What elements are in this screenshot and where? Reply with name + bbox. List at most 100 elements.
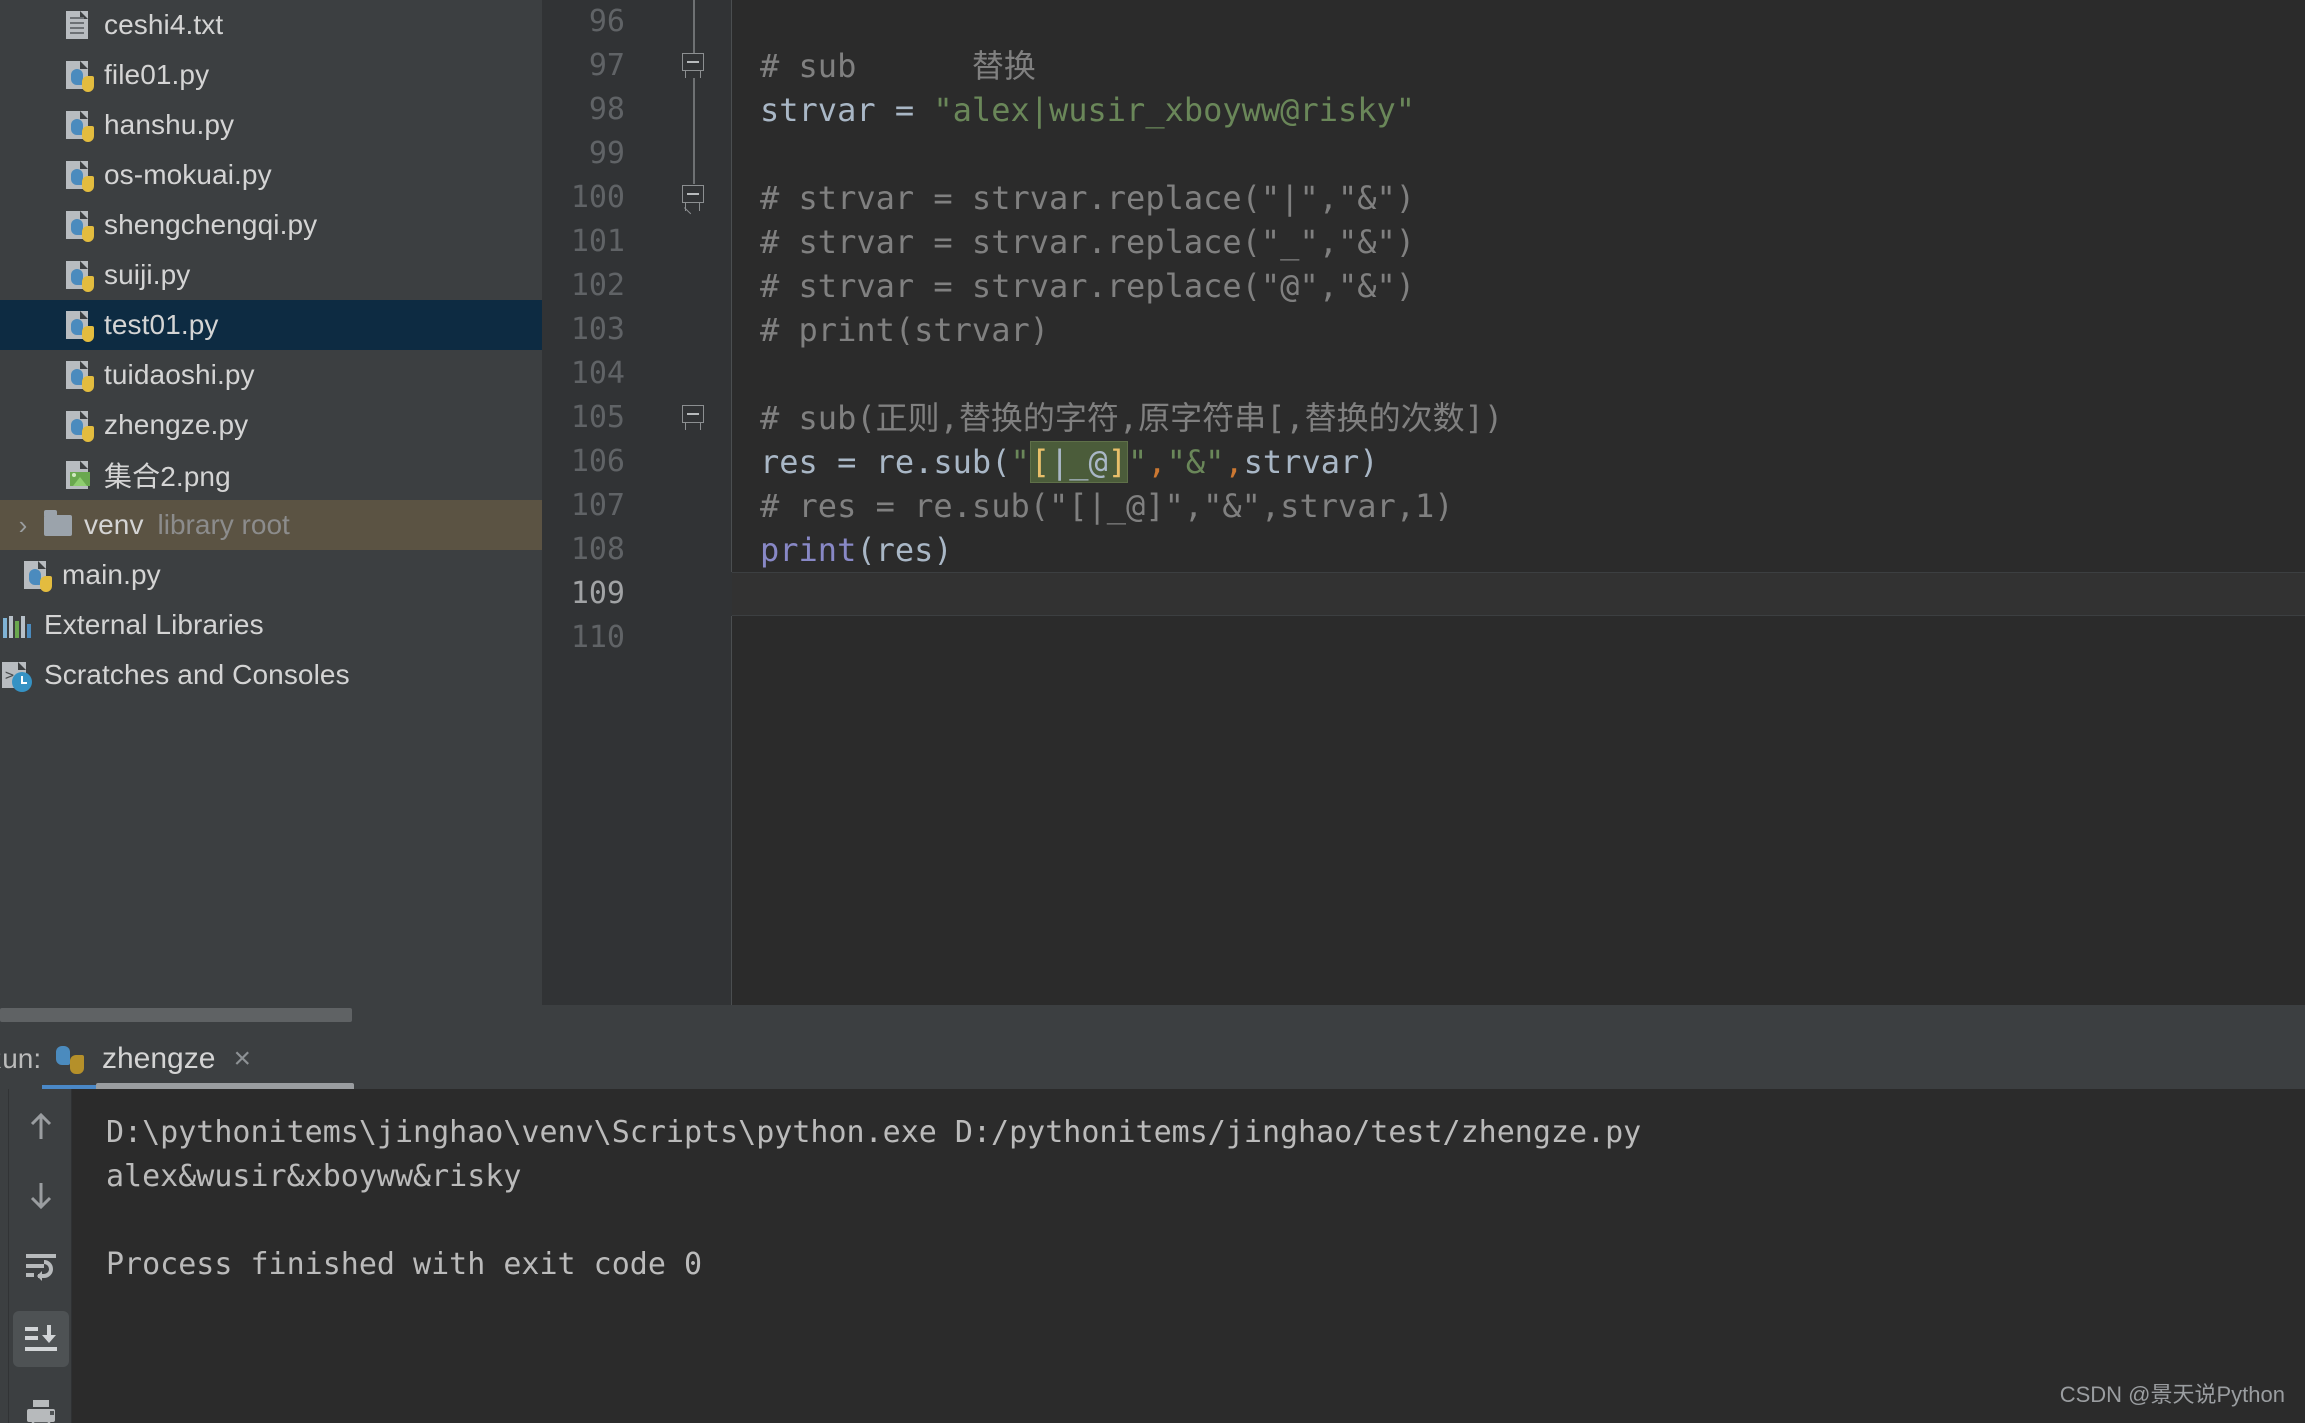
txt-file-icon (60, 8, 94, 42)
editor-code-area[interactable]: # sub 替换 strvar = "alex|wusir_xboyww@risk… (732, 0, 2305, 1005)
png-file-icon (60, 458, 94, 492)
code-token: , (1224, 443, 1244, 481)
code-fold-end-icon[interactable] (682, 185, 708, 211)
tree-item-label: hanshu.py (104, 109, 235, 140)
code-token: # print(strvar) (760, 311, 1049, 349)
tree-item-venv[interactable]: › venv library root (0, 500, 542, 550)
code-token: # sub(正则,替换的字符,原字符串[,替换的次数]) (760, 399, 1504, 437)
code-token: res (760, 443, 818, 481)
code-token: re (875, 443, 915, 481)
code-line[interactable]: # strvar = strvar.replace("|","&") (760, 176, 1415, 220)
tree-item-zhengze-py[interactable]: zhengze.py (0, 400, 542, 450)
code-token: ( (991, 443, 1011, 481)
code-line[interactable]: # strvar = strvar.replace("@","&") (760, 264, 1415, 308)
code-token: sub (933, 443, 992, 481)
code-fold-start-icon[interactable] (682, 53, 708, 79)
run-tab-zhengze[interactable]: zhengze × (42, 1033, 263, 1089)
code-line[interactable]: strvar = "alex|wusir_xboyww@risky" (760, 88, 1415, 132)
external-libraries-icon (0, 608, 34, 642)
pycharm-window: ceshi4.txt file01.py hanshu.py os-mokuai.py… (0, 0, 2305, 1423)
tree-item-main-py[interactable]: main.py (0, 550, 542, 600)
code-token: " (1010, 443, 1030, 481)
project-horizontal-scrollbar[interactable] (0, 1005, 542, 1027)
tree-item-tuidaoshi-py[interactable]: tuidaoshi.py (0, 350, 542, 400)
line-number: 100 (570, 180, 625, 215)
project-file-tree[interactable]: ceshi4.txt file01.py hanshu.py os-mokuai.py… (0, 0, 542, 700)
tree-item-external-libraries[interactable]: External Libraries (0, 600, 542, 650)
tree-item-集合2-png[interactable]: 集合2.png (0, 450, 542, 500)
tree-item-label: os-mokuai.py (104, 159, 272, 190)
python-file-icon (18, 558, 52, 592)
current-line-highlight (732, 572, 2305, 616)
code-line[interactable]: print(res) (760, 528, 953, 572)
scrollbar-thumb[interactable] (0, 1008, 352, 1022)
line-number: 109 (570, 576, 625, 611)
line-number: 98 (588, 92, 625, 127)
code-line[interactable]: # strvar = strvar.replace("_","&") (760, 220, 1415, 264)
run-console-output[interactable]: D:\pythonitems\jinghao\venv\Scripts\pyth… (72, 1089, 2305, 1423)
code-token: # sub 替换 (760, 47, 1036, 85)
code-token: print (760, 531, 857, 569)
code-token: "alex|wusir_xboyww@risky" (933, 91, 1416, 129)
code-editor[interactable]: 96 97 98 99 100 101 102 103 104 105 106 107 108 109 11… (542, 0, 2305, 1005)
scroll-up-icon[interactable] (13, 1099, 69, 1155)
python-file-icon (60, 58, 94, 92)
python-file-icon (60, 308, 94, 342)
editor-gutter[interactable]: 96 97 98 99 100 101 102 103 104 105 106 107 108 109 11… (542, 0, 732, 1005)
code-token: . (914, 443, 934, 481)
code-token: # strvar = strvar.replace("@","&") (760, 267, 1416, 305)
tree-item-suiji-py[interactable]: suiji.py (0, 250, 542, 300)
print-icon[interactable] (13, 1387, 69, 1423)
run-tool-window[interactable]: Run: zhengze × (0, 1027, 2305, 1423)
tree-item-ceshi4-txt[interactable]: ceshi4.txt (0, 0, 542, 50)
tree-item-scratches-and-consoles[interactable]: > Scratches and Consoles (0, 650, 542, 700)
scratches-icon: > (0, 658, 34, 692)
code-line[interactable]: res = re.sub("[|_@]","&",strvar) (760, 440, 1379, 484)
scroll-to-end-icon[interactable] (13, 1311, 69, 1367)
line-number: 104 (570, 356, 625, 391)
line-number: 101 (570, 224, 625, 259)
code-token: strvar (760, 91, 876, 129)
code-token: "&" (1166, 443, 1225, 481)
tree-item-sublabel: library root (157, 509, 290, 540)
code-token: " (1128, 443, 1148, 481)
code-token: # strvar = strvar.replace("_","&") (760, 223, 1416, 261)
soft-wrap-icon[interactable] (13, 1239, 69, 1295)
close-icon[interactable]: × (233, 1044, 251, 1074)
tree-item-hanshu-py[interactable]: hanshu.py (0, 100, 542, 150)
line-number: 105 (570, 400, 625, 435)
code-token: # res = re.sub("[|_@]","&",strvar,1) (760, 487, 1454, 525)
tree-item-label: zhengze.py (104, 409, 249, 440)
scroll-down-icon[interactable] (13, 1167, 69, 1223)
code-fold-start-icon[interactable] (682, 405, 708, 431)
code-token: = (875, 91, 934, 129)
code-line[interactable]: # res = re.sub("[|_@]","&",strvar,1) (760, 484, 1454, 528)
tree-item-label: tuidaoshi.py (104, 359, 255, 390)
folder-icon (40, 508, 74, 542)
tree-item-label: file01.py (104, 59, 210, 90)
code-token: , (1147, 443, 1167, 481)
project-tool-window[interactable]: ceshi4.txt file01.py hanshu.py os-mokuai.py… (0, 0, 542, 1005)
python-file-icon (60, 358, 94, 392)
tree-item-label: venv (84, 509, 144, 540)
tree-item-shengchengqi-py[interactable]: shengchengqi.py (0, 200, 542, 250)
tree-item-os-mokuai-py[interactable]: os-mokuai.py (0, 150, 542, 200)
tree-item-test01-py[interactable]: test01.py (0, 300, 542, 350)
fold-connector-line (693, 78, 695, 184)
python-file-icon (60, 408, 94, 442)
tree-item-file01-py[interactable]: file01.py (0, 50, 542, 100)
run-window-label: Run: (0, 1043, 42, 1074)
python-file-icon (60, 158, 94, 192)
python-icon (56, 1042, 90, 1076)
code-token: = (817, 443, 876, 481)
tree-item-label: Scratches and Consoles (44, 659, 350, 690)
code-line[interactable]: # sub 替换 (760, 44, 1036, 88)
tree-item-label: test01.py (104, 309, 219, 340)
code-line[interactable]: # print(strvar) (760, 308, 1049, 352)
run-console-toolbar[interactable] (8, 1089, 72, 1423)
line-number: 99 (588, 136, 625, 171)
console-line: Process finished with exit code 0 (106, 1247, 703, 1282)
chevron-right-icon[interactable]: › (6, 512, 40, 538)
code-line[interactable]: # sub(正则,替换的字符,原字符串[,替换的次数]) (760, 396, 1503, 440)
run-tab-bar[interactable]: Run: zhengze × (0, 1027, 2305, 1093)
